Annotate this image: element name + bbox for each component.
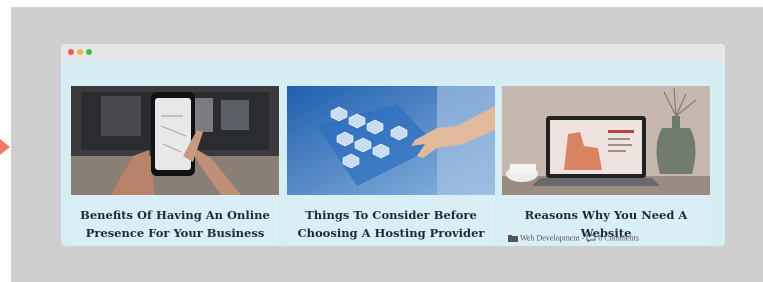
post-title-line[interactable]: Choosing A Hosting Provider [293, 224, 489, 242]
left-edge-marker [0, 139, 10, 155]
maximize-dot-icon[interactable] [86, 49, 92, 55]
post-title[interactable]: Benefits Of Having An Online Presence Fo… [77, 206, 273, 242]
post-thumbnail-laptop[interactable] [502, 86, 710, 195]
comments-link[interactable]: 0 Comments [598, 234, 639, 243]
post-title-line[interactable]: Things To Consider Before [293, 206, 489, 224]
meta-separator: - [581, 233, 585, 243]
hexagon-network-photo-icon [287, 86, 495, 195]
minimize-dot-icon[interactable] [77, 49, 83, 55]
blog-card-online-presence[interactable]: Benefits Of Having An Online Presence Fo… [71, 86, 279, 246]
post-title[interactable]: Things To Consider Before Choosing A Hos… [293, 206, 489, 242]
close-dot-icon[interactable] [68, 49, 74, 55]
post-title-line[interactable]: Presence For Your Business [77, 224, 273, 242]
post-meta: Web Development - 0 Comments [508, 233, 639, 244]
blog-card-need-website[interactable]: Reasons Why You Need A Website Web Devel… [502, 86, 710, 246]
smartphone-photo-icon [71, 86, 279, 195]
folder-icon [508, 235, 518, 243]
post-thumbnail-hexagons[interactable] [287, 86, 495, 195]
blog-card-hosting-provider[interactable]: Things To Consider Before Choosing A Hos… [287, 86, 495, 246]
laptop-photo-icon [502, 86, 710, 195]
browser-titlebar [61, 44, 725, 60]
post-title-line[interactable]: Benefits Of Having An Online [77, 206, 273, 224]
comment-icon [586, 234, 596, 244]
browser-window: Benefits Of Having An Online Presence Fo… [61, 44, 725, 246]
category-link[interactable]: Web Development [520, 234, 580, 243]
post-thumbnail-smartphone[interactable] [71, 86, 279, 195]
